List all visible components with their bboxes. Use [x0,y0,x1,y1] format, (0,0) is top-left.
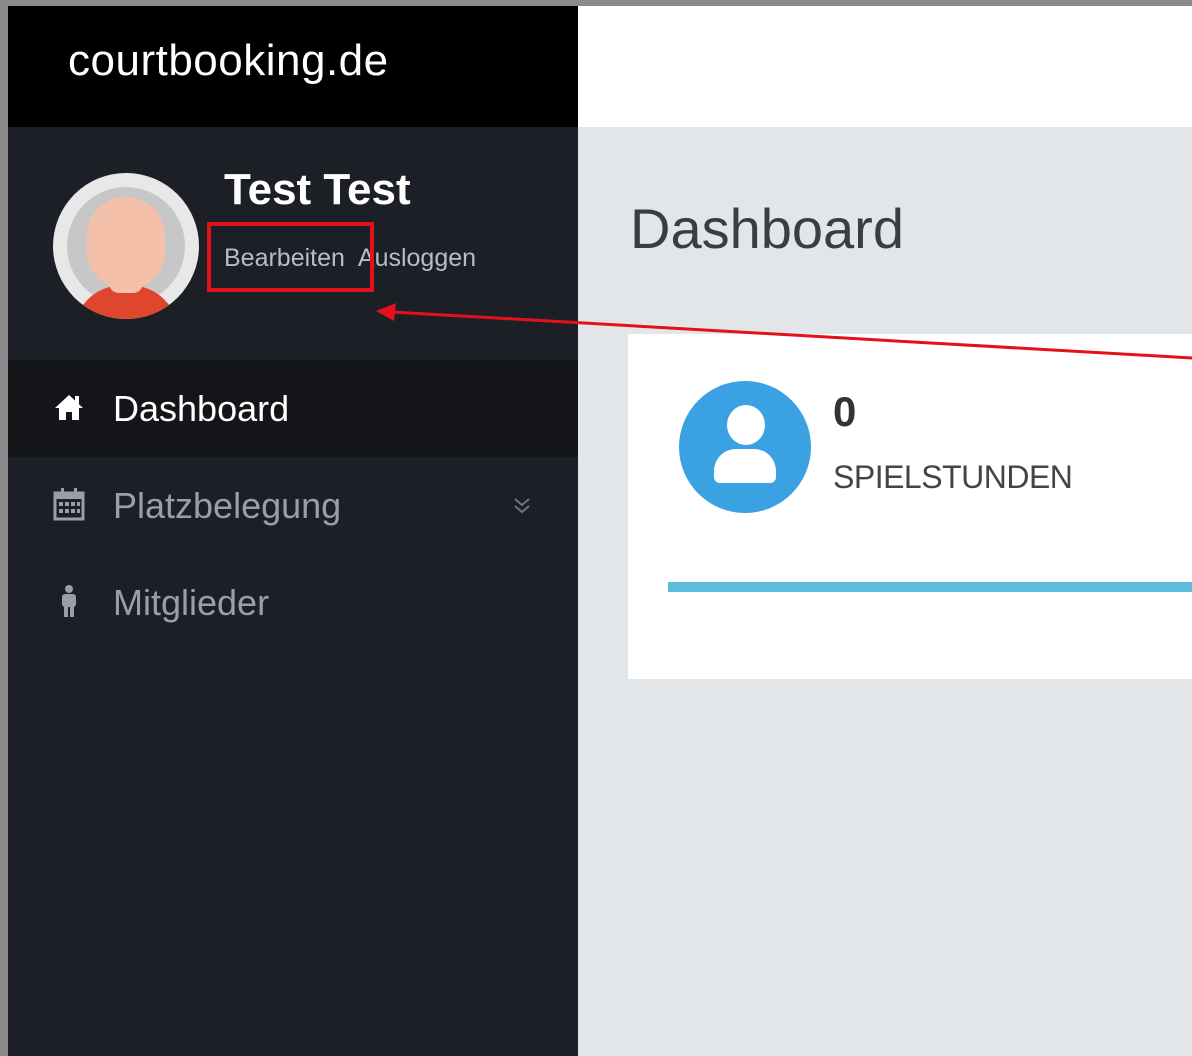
logo-bar: courtbooking.de [8,6,578,127]
chevron-double-down-icon[interactable] [511,495,533,517]
brand-logo[interactable]: courtbooking.de [68,36,389,86]
page-title: Dashboard [630,197,904,260]
stat-card: 0 SPIELSTUNDEN [628,334,1192,679]
top-header [578,6,1192,127]
sidebar-item-label: Mitglieder [113,582,270,623]
app-window: courtbooking.de Test Test Bearbeiten Aus… [8,6,1192,1056]
person-icon [62,585,76,617]
avatar [53,173,199,319]
annotation-highlight-box [207,222,374,292]
stat-value: 0 [833,388,857,435]
sidebar: courtbooking.de Test Test Bearbeiten Aus… [8,6,578,1056]
sidebar-item-label: Dashboard [113,388,290,429]
user-name: Test Test [224,165,411,214]
user-icon [679,381,811,513]
logout-link[interactable]: Ausloggen [358,244,476,273]
sidebar-nav: Dashboard Platzbelegung Mitglieder [8,360,578,651]
sidebar-item-dashboard[interactable]: Dashboard [8,360,578,457]
stat-progress-fill [668,582,1192,592]
user-profile: Test Test Bearbeiten Ausloggen [8,127,578,360]
stat-progress-bar [668,582,1192,592]
sidebar-item-label: Platzbelegung [113,485,342,526]
sidebar-item-mitglieder[interactable]: Mitglieder [8,554,578,651]
stat-label: SPIELSTUNDEN [833,459,1073,495]
sidebar-item-platzbelegung[interactable]: Platzbelegung [8,457,578,554]
calendar-icon [53,488,85,521]
home-icon [55,395,83,420]
